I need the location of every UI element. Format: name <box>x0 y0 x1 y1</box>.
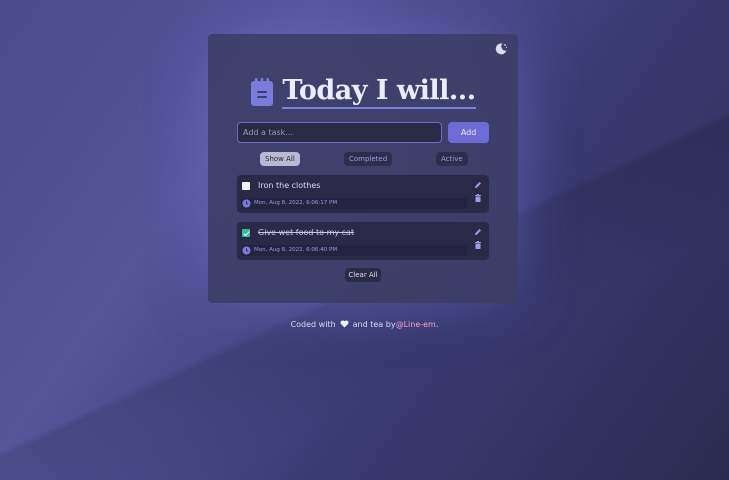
filter-bar: Show All Completed Active <box>237 152 489 166</box>
filter-completed[interactable]: Completed <box>344 152 393 166</box>
add-button[interactable]: Add <box>448 122 489 143</box>
filter-show-all[interactable]: Show All <box>260 152 300 166</box>
task-checkbox-checked[interactable] <box>242 229 250 237</box>
footer-suffix: . <box>435 319 439 329</box>
trash-icon[interactable] <box>474 241 482 249</box>
task-actions <box>474 181 482 203</box>
task-actions <box>474 228 482 250</box>
clock-icon <box>242 199 251 208</box>
task-text: Give wet food to my cat <box>258 228 355 237</box>
author-link[interactable]: @Line-em <box>396 320 436 329</box>
task-item: Iron the clothes Mon, Aug 8, 2022, 6:06:… <box>237 175 489 213</box>
pencil-icon[interactable] <box>474 228 482 236</box>
todo-card: Today I will... Add Show All Completed A… <box>208 34 518 303</box>
task-text: Iron the clothes <box>258 181 321 190</box>
clock-icon <box>242 246 251 255</box>
filter-active[interactable]: Active <box>436 152 468 166</box>
task-meta: Mon, Aug 8, 2022, 6:06:40 PM <box>241 245 467 256</box>
trash-icon[interactable] <box>474 194 482 202</box>
task-item: Give wet food to my cat Mon, Aug 8, 2022… <box>237 222 489 260</box>
notepad-icon <box>251 78 274 106</box>
pencil-icon[interactable] <box>474 181 482 189</box>
task-timestamp: Mon, Aug 8, 2022, 6:06:40 PM <box>254 247 338 253</box>
clear-all-button[interactable]: Clear All <box>345 268 381 282</box>
task-input[interactable] <box>237 122 443 143</box>
task-checkbox[interactable] <box>242 182 250 190</box>
footer-middle: and tea by <box>352 319 396 329</box>
task-meta: Mon, Aug 8, 2022, 6:06:17 PM <box>241 198 467 209</box>
task-timestamp: Mon, Aug 8, 2022, 6:06:17 PM <box>254 200 338 206</box>
page-title: Today I will... <box>282 75 476 109</box>
heart-icon <box>340 320 349 328</box>
add-task-form: Add <box>237 122 489 144</box>
footer-prefix: Coded with <box>290 319 336 329</box>
footer: Coded with and tea by @Line-em. <box>0 318 729 330</box>
moon-icon[interactable] <box>494 42 508 56</box>
header: Today I will... <box>208 74 518 110</box>
